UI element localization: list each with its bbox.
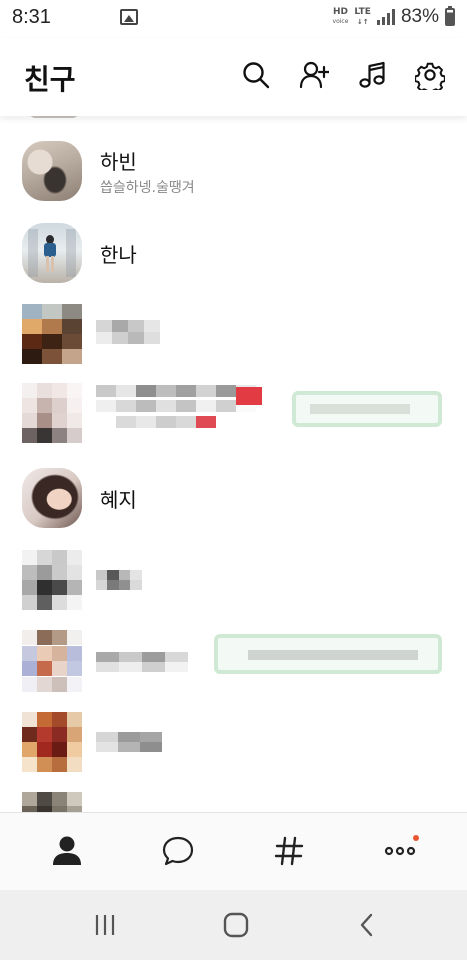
hd-label: HD bbox=[332, 7, 348, 17]
avatar[interactable] bbox=[22, 141, 82, 201]
pixelated-emoji bbox=[236, 387, 262, 405]
avatar[interactable] bbox=[22, 383, 82, 443]
status-music-pill[interactable] bbox=[214, 634, 442, 674]
friend-row-hanna[interactable]: 한나 bbox=[0, 213, 467, 293]
signal-icon bbox=[376, 9, 395, 25]
more-tab-icon[interactable] bbox=[380, 831, 420, 871]
friend-row-habin[interactable]: 하빈 씁슬하넹.술땡겨 bbox=[0, 131, 467, 211]
status-music-pill[interactable] bbox=[292, 391, 442, 427]
hd-sub-label: voice bbox=[332, 18, 349, 25]
notification-dot bbox=[413, 835, 419, 841]
friend-name: 하빈 bbox=[100, 150, 137, 174]
home-icon[interactable] bbox=[219, 908, 253, 942]
avatar[interactable] bbox=[22, 223, 82, 283]
friend-list[interactable]: 하빈 씁슬하넹.술땡겨 한나 혜지 bbox=[0, 116, 467, 812]
partial-avatar bbox=[28, 116, 80, 118]
search-icon[interactable] bbox=[241, 60, 271, 90]
gallery-icon bbox=[120, 9, 138, 25]
status-time: 8:31 bbox=[12, 6, 51, 28]
friend-row-hyeji[interactable]: 혜지 bbox=[0, 458, 467, 538]
avatar[interactable] bbox=[22, 550, 82, 610]
friend-name bbox=[96, 385, 256, 431]
friend-status-message: 씁슬하넹.술땡겨 bbox=[100, 180, 195, 196]
recent-apps-icon[interactable] bbox=[88, 908, 122, 942]
hashtag-tab-icon[interactable] bbox=[269, 831, 309, 871]
system-navigation-bar bbox=[0, 890, 467, 960]
friend-name: 혜지 bbox=[100, 488, 137, 512]
status-bar: 8:31 HD voice LTE ↓↑ 83% bbox=[0, 0, 467, 38]
friend-row-hidden-5[interactable] bbox=[0, 704, 467, 784]
bottom-tab-bar bbox=[0, 812, 467, 890]
friend-name bbox=[96, 320, 160, 344]
avatar[interactable] bbox=[22, 792, 82, 812]
avatar[interactable] bbox=[22, 630, 82, 692]
status-indicators: HD voice LTE ↓↑ 83% bbox=[333, 6, 455, 28]
lte-icon: LTE ↓↑ bbox=[354, 7, 371, 27]
settings-icon[interactable] bbox=[415, 60, 445, 90]
battery-percent: 83% bbox=[400, 6, 439, 27]
music-icon[interactable] bbox=[357, 60, 387, 90]
avatar[interactable] bbox=[22, 712, 82, 772]
lte-arrows: ↓↑ bbox=[356, 18, 369, 26]
friend-name: 한나 bbox=[100, 243, 137, 267]
back-icon[interactable] bbox=[350, 908, 384, 942]
friend-row-hidden-3[interactable] bbox=[0, 540, 467, 620]
add-friend-icon[interactable] bbox=[299, 60, 329, 90]
friend-name bbox=[96, 652, 188, 672]
avatar[interactable] bbox=[22, 304, 82, 364]
hd-voice-icon: HD voice bbox=[333, 8, 349, 26]
battery-icon bbox=[445, 6, 455, 26]
chats-tab-icon[interactable] bbox=[158, 831, 198, 871]
friend-name bbox=[96, 570, 142, 590]
friend-row-hidden-4[interactable] bbox=[0, 622, 467, 702]
lte-label: LTE bbox=[354, 7, 371, 17]
friend-name bbox=[96, 732, 162, 752]
friend-row-hidden-2[interactable] bbox=[0, 375, 467, 455]
page-title: 친구 bbox=[24, 63, 76, 96]
friends-tab-icon[interactable] bbox=[47, 831, 87, 871]
app-header: 친구 bbox=[0, 38, 467, 116]
header-actions bbox=[241, 60, 445, 90]
friend-row-hidden-1[interactable] bbox=[0, 294, 467, 374]
avatar[interactable] bbox=[22, 468, 82, 528]
friend-row-partial[interactable] bbox=[0, 784, 467, 812]
